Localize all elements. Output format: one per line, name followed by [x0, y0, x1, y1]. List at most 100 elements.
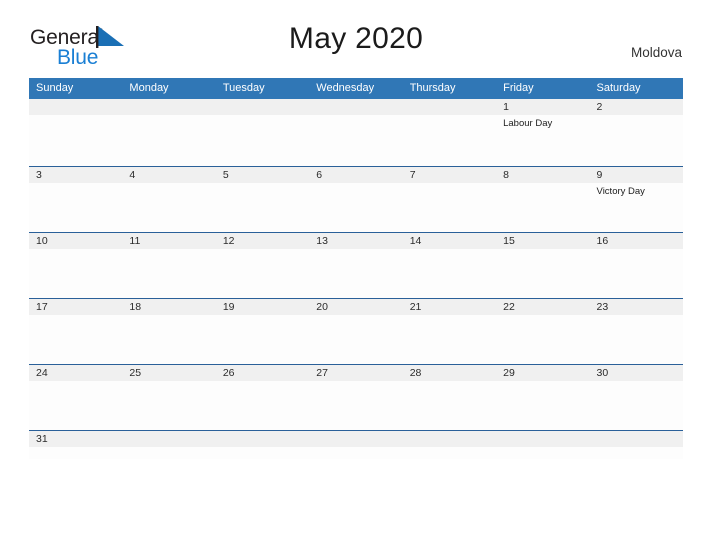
- day-number: 6: [309, 167, 403, 183]
- day-number: 29: [496, 365, 590, 381]
- calendar-empty-cell: [122, 431, 216, 459]
- day-number: 5: [215, 167, 310, 183]
- calendar-empty-cell: [309, 99, 403, 166]
- calendar-empty-cell: [29, 99, 123, 166]
- calendar-week-row: 31: [29, 430, 683, 459]
- calendar-day-cell[interactable]: 17: [29, 299, 123, 364]
- day-number: 3: [29, 167, 123, 183]
- page-title: May 2020: [288, 22, 424, 55]
- calendar-day-cell[interactable]: 5: [215, 167, 310, 232]
- day-number: 10: [29, 233, 123, 249]
- day-number: 11: [122, 233, 216, 249]
- calendar-week-row: 24 25 26 27 28 29 30: [29, 364, 683, 430]
- calendar-week-row: 10 11 12 13 14 15 16: [29, 232, 683, 298]
- week-days: 3 4 5 6 7 8 9 Victory Day: [29, 167, 683, 232]
- calendar-day-cell[interactable]: 20: [309, 299, 403, 364]
- weekday-header-wednesday: Wednesday: [316, 82, 375, 94]
- calendar-day-cell[interactable]: 11: [122, 233, 216, 298]
- day-number: 30: [589, 365, 683, 381]
- calendar-week-row: 1 Labour Day 2: [29, 99, 683, 166]
- week-days: 31: [29, 431, 683, 459]
- calendar-empty-cell: [122, 99, 216, 166]
- day-number: 15: [496, 233, 590, 249]
- calendar-day-cell[interactable]: 25: [122, 365, 216, 430]
- day-number: 7: [402, 167, 497, 183]
- calendar-day-cell[interactable]: 28: [402, 365, 497, 430]
- day-number-placeholder: [402, 431, 497, 447]
- calendar-day-cell[interactable]: 9 Victory Day: [589, 167, 683, 232]
- calendar-day-cell[interactable]: 1 Labour Day: [496, 99, 590, 166]
- day-number: 23: [589, 299, 683, 315]
- calendar-empty-cell: [402, 431, 497, 459]
- calendar-day-cell[interactable]: 6: [309, 167, 403, 232]
- day-number-placeholder: [29, 99, 123, 115]
- calendar-day-cell[interactable]: 24: [29, 365, 123, 430]
- week-days: 10 11 12 13 14 15 16: [29, 233, 683, 298]
- calendar-day-cell[interactable]: 27: [309, 365, 403, 430]
- day-number: 26: [215, 365, 310, 381]
- calendar-day-cell[interactable]: 30: [589, 365, 683, 430]
- day-number: 25: [122, 365, 216, 381]
- calendar-empty-cell: [496, 431, 590, 459]
- calendar-weeks: 1 Labour Day 2 3 4 5 6 7 8 9 Victory Day 10 11 12 13 14…: [29, 99, 683, 459]
- calendar-week-row: 3 4 5 6 7 8 9 Victory Day: [29, 166, 683, 232]
- holiday-label: Labour Day: [503, 118, 553, 129]
- day-number-placeholder: [309, 431, 403, 447]
- day-number: 12: [215, 233, 310, 249]
- region-label: Moldova: [630, 45, 682, 60]
- calendar-empty-cell: [215, 99, 310, 166]
- day-number: 8: [496, 167, 590, 183]
- calendar-day-cell[interactable]: 18: [122, 299, 216, 364]
- weekday-header-tuesday: Tuesday: [222, 82, 265, 94]
- calendar-day-cell[interactable]: 12: [215, 233, 310, 298]
- week-days: 1 Labour Day 2: [29, 99, 683, 166]
- calendar-day-cell[interactable]: 8: [496, 167, 590, 232]
- calendar-day-cell[interactable]: 21: [402, 299, 497, 364]
- day-number: 24: [29, 365, 123, 381]
- day-number: 22: [496, 299, 590, 315]
- day-number: 13: [309, 233, 403, 249]
- calendar-empty-cell: [309, 431, 403, 459]
- day-number-placeholder: [215, 99, 310, 115]
- day-number-placeholder: [496, 431, 590, 447]
- day-number: 27: [309, 365, 403, 381]
- calendar-day-cell[interactable]: 26: [215, 365, 310, 430]
- weekday-header-row: Sunday Monday Tuesday Wednesday Thursday Frid…: [29, 78, 683, 99]
- day-number: 14: [402, 233, 497, 249]
- weekday-header-friday: Friday: [503, 82, 534, 94]
- calendar-empty-cell: [402, 99, 497, 166]
- calendar-day-cell[interactable]: 13: [309, 233, 403, 298]
- day-number-placeholder: [122, 431, 216, 447]
- calendar-day-cell[interactable]: 31: [29, 431, 123, 459]
- calendar-day-cell[interactable]: 10: [29, 233, 123, 298]
- calendar-day-cell[interactable]: 14: [402, 233, 497, 298]
- calendar-day-cell[interactable]: 7: [402, 167, 497, 232]
- calendar-week-row: 17 18 19 20 21 22 23: [29, 298, 683, 364]
- calendar-page: General Blue May 2020 Moldova Sunday Mond…: [0, 0, 712, 550]
- week-days: 24 25 26 27 28 29 30: [29, 365, 683, 430]
- calendar-day-cell[interactable]: 16: [589, 233, 683, 298]
- calendar-day-cell[interactable]: 3: [29, 167, 123, 232]
- calendar-day-cell[interactable]: 29: [496, 365, 590, 430]
- day-number: 1: [496, 99, 590, 115]
- calendar-day-cell[interactable]: 2: [589, 99, 683, 166]
- calendar-day-cell[interactable]: 15: [496, 233, 590, 298]
- day-number-placeholder: [589, 431, 683, 447]
- day-number: 4: [122, 167, 216, 183]
- day-number: 16: [589, 233, 683, 249]
- calendar-empty-cell: [589, 431, 683, 459]
- day-number-placeholder: [402, 99, 497, 115]
- day-number-placeholder: [309, 99, 403, 115]
- calendar-day-cell[interactable]: 4: [122, 167, 216, 232]
- calendar-day-cell[interactable]: 22: [496, 299, 590, 364]
- day-number: 31: [29, 431, 123, 447]
- calendar-day-cell[interactable]: 23: [589, 299, 683, 364]
- day-number: 21: [402, 299, 497, 315]
- day-number: 9: [589, 167, 683, 183]
- calendar-empty-cell: [215, 431, 310, 459]
- calendar-day-cell[interactable]: 19: [215, 299, 310, 364]
- day-number: 28: [402, 365, 497, 381]
- calendar-grid: Sunday Monday Tuesday Wednesday Thursday Frid…: [29, 78, 683, 459]
- day-number-placeholder: [122, 99, 216, 115]
- holiday-label: Victory Day: [596, 186, 645, 197]
